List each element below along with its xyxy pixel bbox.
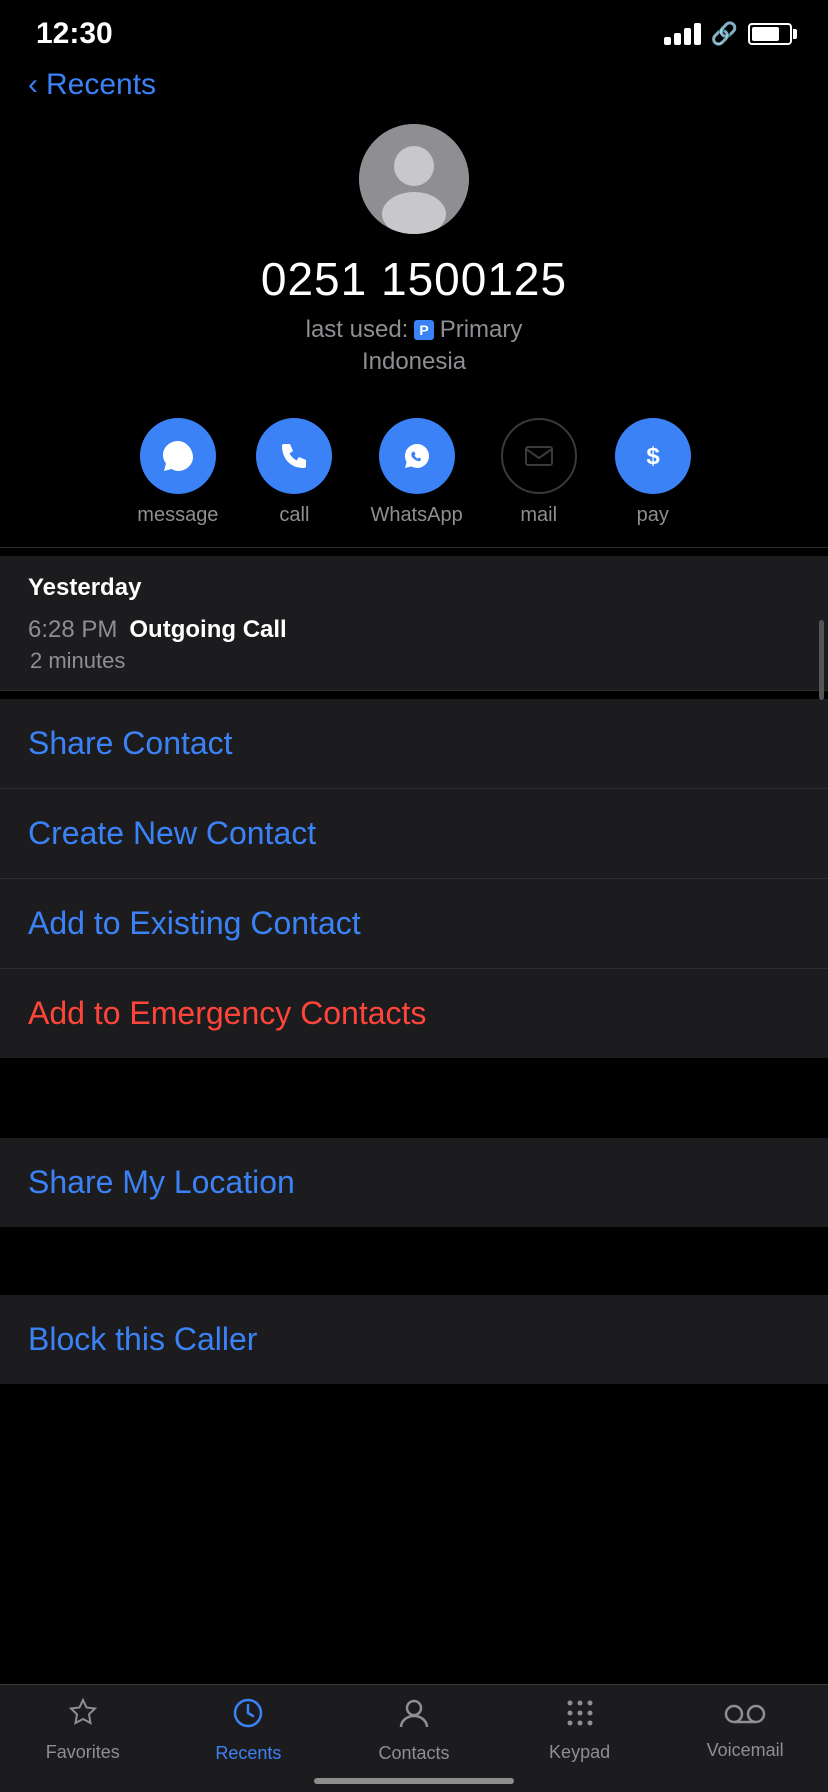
status-icons: 🔗 <box>664 21 792 47</box>
keypad-label: Keypad <box>549 1742 610 1763</box>
voicemail-label: Voicemail <box>707 1740 784 1761</box>
history-date: Yesterday <box>28 574 800 602</box>
primary-badge: P <box>414 320 433 340</box>
action-buttons: message call WhatsApp mail <box>0 396 828 537</box>
back-label: Recents <box>46 68 156 102</box>
call-history-section: Yesterday 6:28 PM Outgoing Call 2 minute… <box>0 556 828 690</box>
primary-label: Primary <box>440 316 523 344</box>
pay-label: pay <box>637 504 669 527</box>
whatsapp-circle <box>379 418 455 494</box>
tab-recents[interactable]: Recents <box>198 1697 298 1764</box>
status-time: 12:30 <box>36 17 113 51</box>
tab-contacts[interactable]: Contacts <box>364 1697 464 1764</box>
mail-label: mail <box>520 504 557 527</box>
avatar <box>359 124 469 234</box>
add-to-emergency-item[interactable]: Add to Emergency Contacts <box>0 969 828 1058</box>
share-my-location-item[interactable]: Share My Location <box>0 1138 828 1227</box>
tab-voicemail[interactable]: Voicemail <box>695 1700 795 1761</box>
action-whatsapp[interactable]: WhatsApp <box>370 418 462 527</box>
contacts-icon <box>399 1697 429 1737</box>
favorites-label: Favorites <box>46 1742 120 1763</box>
tab-bar: Favorites Recents Contacts <box>0 1684 828 1792</box>
whatsapp-label: WhatsApp <box>370 504 462 527</box>
block-section: Block this Caller <box>0 1295 828 1384</box>
contact-header: 0251 1500125 last used: P Primary Indone… <box>0 114 828 396</box>
keypad-icon <box>565 1698 595 1736</box>
message-label: message <box>137 504 218 527</box>
last-used-label: last used: <box>306 316 409 344</box>
add-to-existing-contact-item[interactable]: Add to Existing Contact <box>0 879 828 969</box>
mail-circle <box>501 418 577 494</box>
divider2 <box>0 690 828 691</box>
country-label: Indonesia <box>362 348 466 376</box>
phone-number: 0251 1500125 <box>261 252 567 306</box>
last-used: last used: P Primary <box>306 316 523 344</box>
location-section: Share My Location <box>0 1138 828 1227</box>
action-pay[interactable]: $ pay <box>615 418 691 527</box>
signal-icon <box>664 23 701 45</box>
history-entry: 6:28 PM Outgoing Call 2 minutes <box>28 616 800 674</box>
history-time: 6:28 PM <box>28 616 117 644</box>
link-icon: 🔗 <box>711 21 738 47</box>
tab-keypad[interactable]: Keypad <box>530 1698 630 1763</box>
spacer <box>0 1058 828 1138</box>
history-main: 6:28 PM Outgoing Call <box>28 616 800 644</box>
divider <box>0 547 828 548</box>
action-message[interactable]: message <box>137 418 218 527</box>
spacer2 <box>0 1227 828 1287</box>
back-chevron-icon: ‹ <box>28 70 38 100</box>
bottom-spacer <box>0 1384 828 1514</box>
block-caller-item[interactable]: Block this Caller <box>28 1321 257 1357</box>
history-duration: 2 minutes <box>28 648 800 674</box>
menu-section: Share Contact Create New Contact Add to … <box>0 699 828 1058</box>
pay-circle: $ <box>615 418 691 494</box>
call-label: call <box>279 504 309 527</box>
action-call[interactable]: call <box>256 418 332 527</box>
history-type: Outgoing Call <box>129 616 286 644</box>
action-mail: mail <box>501 418 577 527</box>
nav-back[interactable]: ‹ Recents <box>0 60 828 114</box>
message-circle <box>140 418 216 494</box>
contacts-label: Contacts <box>378 1743 449 1764</box>
favorites-icon <box>67 1698 99 1736</box>
recents-label: Recents <box>215 1743 281 1764</box>
scroll-indicator <box>819 620 824 700</box>
home-indicator <box>314 1778 514 1784</box>
share-contact-item[interactable]: Share Contact <box>0 699 828 789</box>
status-bar: 12:30 🔗 <box>0 0 828 60</box>
call-circle <box>256 418 332 494</box>
battery-icon <box>748 23 792 45</box>
recents-icon <box>232 1697 264 1737</box>
voicemail-icon <box>724 1700 766 1734</box>
svg-text:$: $ <box>646 443 660 470</box>
tab-favorites[interactable]: Favorites <box>33 1698 133 1763</box>
create-new-contact-item[interactable]: Create New Contact <box>0 789 828 879</box>
